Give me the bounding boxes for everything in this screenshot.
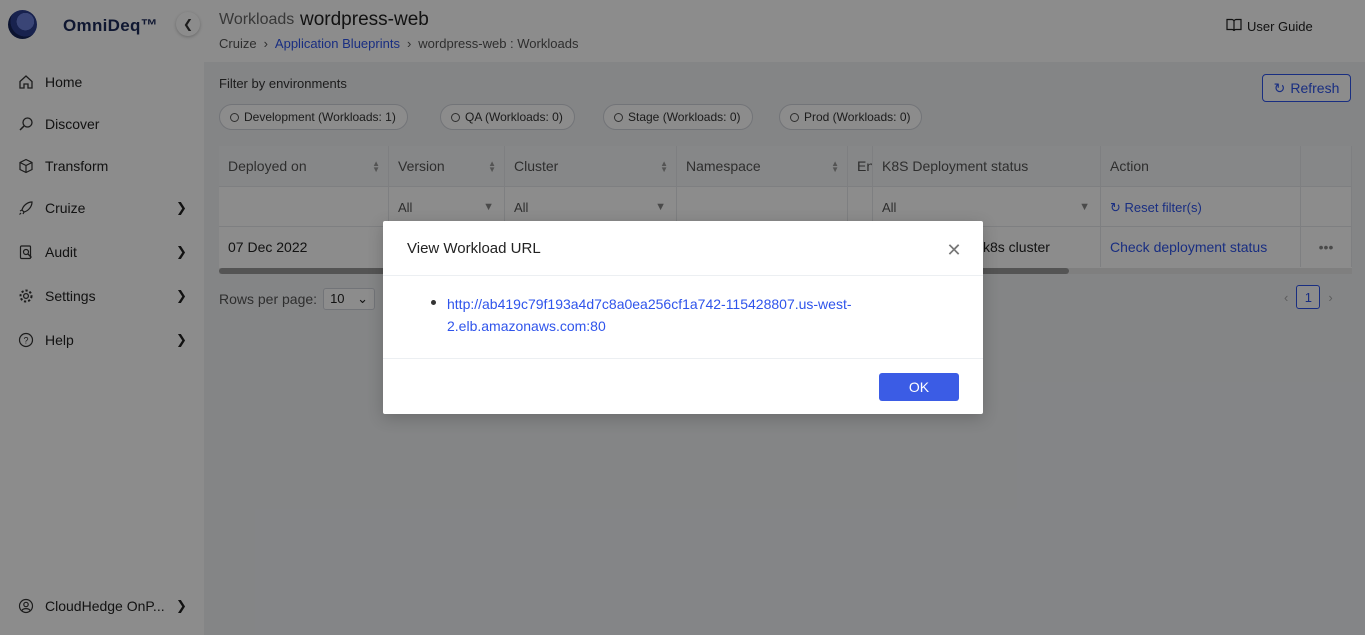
workload-url-link[interactable]: http://ab419c79f193a4d7c8a0ea256cf1a742-…	[447, 293, 887, 337]
modal-title: View Workload URL	[407, 240, 541, 257]
close-icon[interactable]: ✕	[945, 241, 963, 259]
modal-body: http://ab419c79f193a4d7c8a0ea256cf1a742-…	[383, 277, 983, 359]
ok-button[interactable]: OK	[879, 373, 959, 401]
modal-header: View Workload URL ✕	[383, 221, 983, 276]
workload-url-line: http://ab419c79f193a4d7c8a0ea256cf1a742-…	[447, 296, 852, 312]
view-workload-url-modal: View Workload URL ✕ http://ab419c79f193a…	[383, 221, 983, 414]
app-root: OmniDeq™ ❮ Home Discover Transform Cruiz…	[0, 0, 1365, 635]
bullet-icon	[431, 300, 436, 305]
workload-url-line: 2.elb.amazonaws.com:80	[447, 318, 606, 334]
